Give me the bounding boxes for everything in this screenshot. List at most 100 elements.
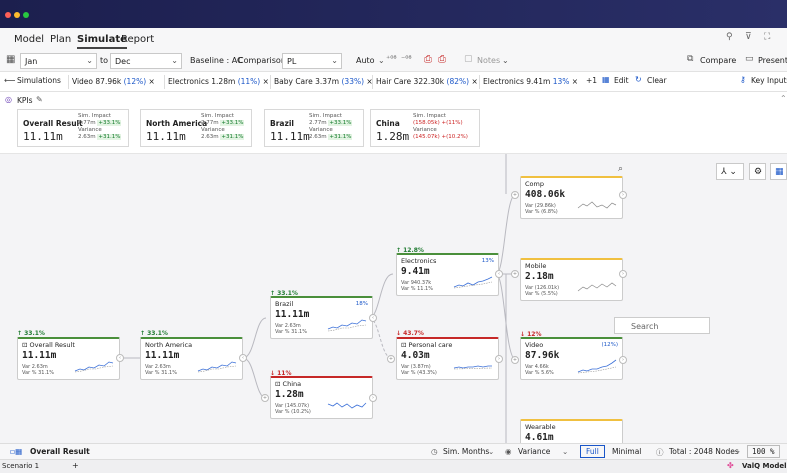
expand-node-icon[interactable]: + [511, 270, 519, 278]
expand-node-icon[interactable]: + [511, 356, 519, 364]
menu-bar: Model Plan Simulate Report ⚲ ⊽ ⛶ [0, 28, 787, 50]
kpi-card-china[interactable]: China 1.28m Sim. Impact (158.05k) +(11%) V… [370, 109, 480, 147]
expand-children-icon[interactable]: › [495, 355, 503, 363]
simulations-bar: ⟵ Simulations Video 87.96k (12%) × Elect… [0, 72, 787, 92]
collapse-node-icon[interactable]: ‹ [495, 270, 503, 278]
minimize-window-button[interactable] [14, 12, 20, 18]
present-button[interactable]: Present [758, 56, 787, 65]
close-window-button[interactable] [5, 12, 11, 18]
tree-node-north-america[interactable]: North America 11.11m Var 2.63m Var % 31.1… [140, 337, 243, 380]
sim-impact-value: 2.77m [78, 120, 96, 126]
simulation-chip-electronics[interactable]: Electronics 1.28m (11%) × [164, 75, 272, 89]
decimal-decrease-icon[interactable]: ⁻⁰⁸ [401, 54, 412, 63]
search-input[interactable]: Search [614, 317, 710, 334]
zoom-level[interactable]: 100 % [747, 445, 780, 458]
simulation-chip-video[interactable]: Video 87.96k (12%) × [68, 75, 158, 89]
kpi-card-brazil[interactable]: Brazil 11.11m Sim. Impact 2.77m +33.1% Var… [264, 109, 364, 147]
back-arrow-icon[interactable]: ⟵ [4, 76, 15, 85]
variance-pct: +(10.2%) [441, 134, 468, 140]
collapse-icon[interactable]: ⌃ [780, 94, 787, 103]
simulation-chip-hair-care[interactable]: Hair Care 322.30k (82%) × [372, 75, 481, 89]
tree-node-brazil[interactable]: Brazil 18% 11.11m Var 2.63m Var % 31.1% [270, 296, 373, 339]
filter-icon[interactable]: ⊽ [745, 32, 752, 42]
expand-children-icon[interactable]: › [369, 394, 377, 402]
expand-children-icon[interactable]: › [619, 270, 627, 278]
collapse-node-icon[interactable]: ‹ [116, 354, 124, 362]
close-icon[interactable]: × [149, 77, 155, 86]
pin-icon[interactable]: ⚲ [726, 32, 733, 42]
close-icon[interactable]: × [263, 77, 269, 86]
impact-value: 33.1% [147, 330, 168, 337]
node-name: China [282, 380, 302, 388]
valq-logo-icon: ✤ [727, 461, 734, 470]
node-name: Wearable [525, 423, 556, 431]
notes-button[interactable]: Notes [477, 56, 500, 65]
chip-name: Hair Care [376, 77, 412, 86]
menu-simulate[interactable]: Simulate [77, 34, 127, 49]
tree-node-wearable[interactable]: Wearable 4.61m [520, 419, 623, 443]
expand-node-icon[interactable]: + [261, 394, 269, 402]
status-bar: ▫▦ Overall Result ◷ Sim. Months ⌄ ◉ Vari… [0, 443, 787, 459]
full-view-button[interactable]: Full [580, 445, 605, 458]
kpi-card-north-america[interactable]: North America 11.11m Sim. Impact 2.77m +3… [140, 109, 252, 147]
compare-button[interactable]: Compare [700, 56, 736, 65]
simulation-chip-baby-care[interactable]: Baby Care 3.37m (33%) × [270, 75, 376, 89]
tree-node-electronics[interactable]: Electronics 13% 9.41m Var 940.37k Var % 1… [396, 253, 499, 296]
menu-model[interactable]: Model [14, 34, 44, 45]
tree-node-comp[interactable]: Comp 408.06k Var (29.86k) Var % (6.8%) [520, 176, 623, 219]
edit-button[interactable]: Edit [614, 76, 629, 85]
auto-dropdown[interactable]: Auto [356, 56, 375, 65]
decimal-increase-icon[interactable]: ⁺⁰⁸ [386, 54, 397, 63]
hierarchy-select[interactable]: ⅄ ⌄ [716, 163, 744, 180]
from-month-select[interactable]: Jan ⌄ [20, 53, 97, 69]
close-icon[interactable]: × [471, 77, 477, 86]
tree-canvas[interactable]: Search ⌕ ⅄ ⌄ ⚙ ▦ ↑ 33.1% ⊡ Overall Resul… [0, 154, 787, 443]
node-title: ⊡ Overall Result [22, 341, 75, 349]
comparison-select[interactable]: PL ⌄ [282, 53, 342, 69]
tree-node-mobile[interactable]: Mobile 2.18m Var (126.01k) Var % (5.5%) [520, 258, 623, 301]
clear-button[interactable]: Clear [647, 76, 667, 85]
menu-plan[interactable]: Plan [50, 34, 71, 45]
collapse-node-icon[interactable]: ‹ [239, 354, 247, 362]
simulation-chip-electronics-2[interactable]: Electronics 9.41m 13% × [479, 75, 581, 89]
pdf-icon[interactable]: ⎙ [438, 54, 446, 65]
variance-pct: +31.1% [328, 134, 353, 140]
expand-node-icon[interactable]: + [387, 355, 395, 363]
chip-pct: (11%) [237, 77, 261, 86]
compare-icon: ⧉ [687, 54, 694, 64]
to-month-select[interactable]: Dec ⌄ [110, 53, 182, 69]
lock-icon: ⊡ [22, 341, 28, 349]
kpi-card-overall-result[interactable]: Overall Result 11.11m Sim. Impact 2.77m +… [17, 109, 129, 147]
sparkline [327, 402, 367, 409]
expand-children-icon[interactable]: › [619, 356, 627, 364]
key-inputs-button[interactable]: Key Inputs [751, 76, 787, 85]
print-icon[interactable]: ⎙ [424, 54, 432, 65]
variance-dropdown[interactable]: Variance [518, 447, 550, 456]
gear-icon[interactable]: ⚙ [749, 163, 766, 180]
menu-report[interactable]: Report [121, 34, 154, 45]
more-simulations[interactable]: +1 [586, 76, 597, 85]
expand-node-icon[interactable]: + [511, 191, 519, 199]
table-view-icon[interactable]: ▦ [770, 163, 787, 180]
simulations-label: Simulations [17, 76, 61, 85]
expand-children-icon[interactable]: › [619, 191, 627, 199]
overall-result-tab[interactable]: Overall Result [30, 447, 90, 456]
close-icon[interactable]: × [572, 77, 578, 86]
expand-icon[interactable]: ⛶ [764, 32, 770, 42]
collapse-node-icon[interactable]: ‹ [369, 314, 377, 322]
scenario-tab[interactable]: Scenario 1 [2, 462, 39, 470]
add-scenario-button[interactable]: + [72, 461, 79, 470]
sim-impact-pct: +33.1% [328, 120, 353, 126]
tree-node-video[interactable]: Video (12%) 87.96k Var 4.66k Var % 5.6% [520, 337, 623, 380]
zoom-out-button[interactable]: – [736, 447, 740, 456]
baseline-label[interactable]: Baseline : AC [190, 56, 243, 65]
tree-node-overall-result[interactable]: ⊡ Overall Result 11.11m Var 2.63m Var % 3… [17, 337, 120, 380]
sim-impact-value: 2.77m [309, 120, 327, 126]
minimal-view-button[interactable]: Minimal [612, 447, 641, 456]
maximize-window-button[interactable] [23, 12, 29, 18]
edit-pencil-icon[interactable]: ✎ [36, 95, 43, 104]
sim-months-dropdown[interactable]: Sim. Months [443, 447, 489, 456]
tree-node-china[interactable]: ⊡ China 1.28m Var (145.07k) Var % (10.2%) [270, 376, 373, 419]
tree-node-personal-care[interactable]: ⊡ Personal care 4.03m Var (3.87m) Var % (… [396, 337, 499, 380]
chip-value: 1.28m [211, 77, 236, 86]
